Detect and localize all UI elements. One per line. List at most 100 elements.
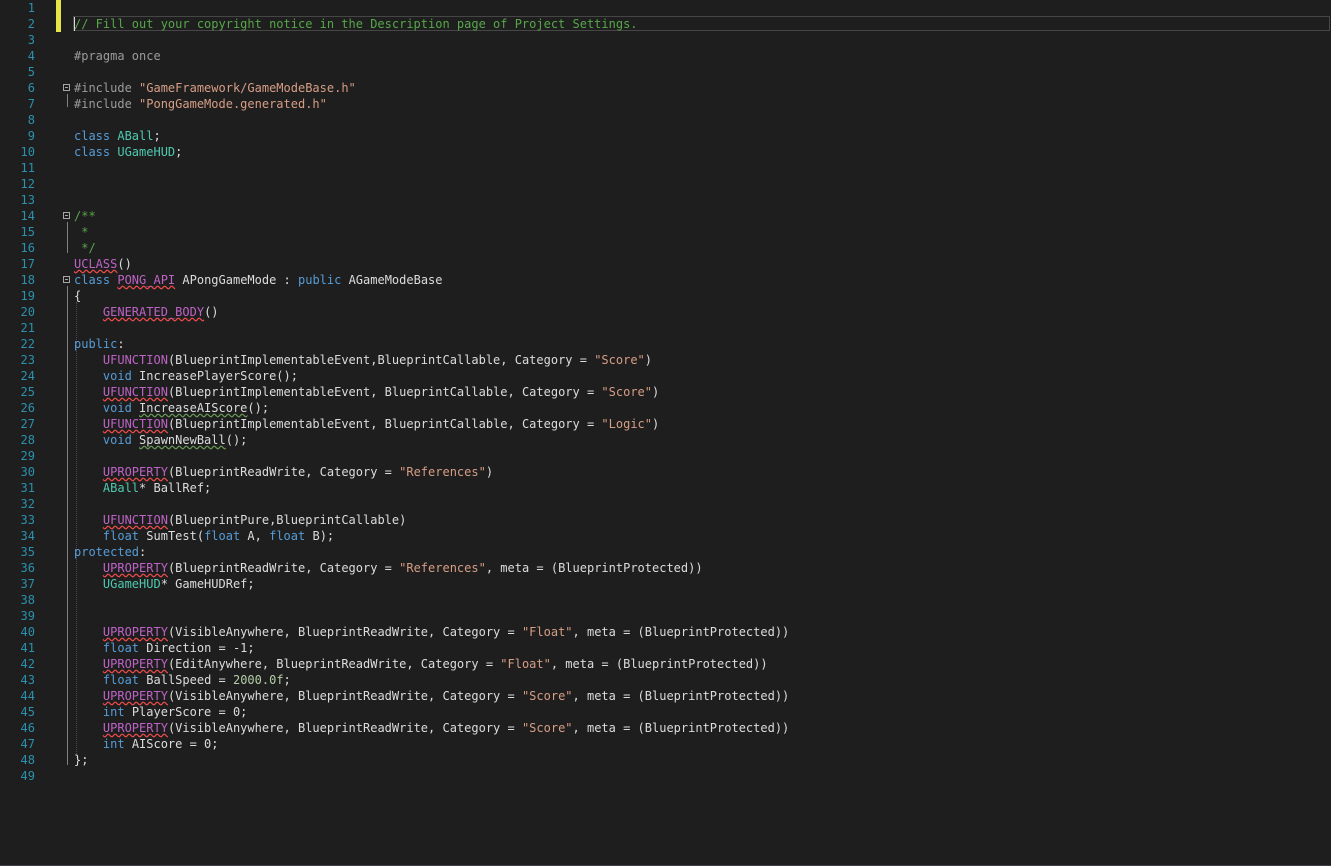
code-line[interactable]: 26 void IncreaseAIScore(); (0, 400, 1331, 416)
code-text[interactable]: ABall* BallRef; (74, 480, 211, 496)
code-line[interactable]: 48}; (0, 752, 1331, 768)
code-line[interactable]: 38 (0, 592, 1331, 608)
code-text[interactable]: UFUNCTION(BlueprintImplementableEvent,Bl… (74, 352, 652, 368)
code-line[interactable]: 35 protected: (0, 544, 1331, 560)
code-line[interactable]: 13 (0, 192, 1331, 208)
code-line[interactable]: 36 UPROPERTY(BlueprintReadWrite, Categor… (0, 560, 1331, 576)
code-text[interactable]: class PONG_API APongGameMode : public AG… (74, 272, 443, 288)
code-line[interactable]: 4 #pragma once (0, 48, 1331, 64)
code-text[interactable]: }; (74, 752, 88, 768)
code-text[interactable]: int PlayerScore = 0; (74, 704, 248, 720)
code-text[interactable]: // Fill out your copyright notice in the… (74, 16, 638, 32)
code-line[interactable]: 41 float Direction = -1; (0, 640, 1331, 656)
code-token: () (204, 305, 219, 319)
code-line[interactable]: 32 (0, 496, 1331, 512)
code-line[interactable]: 17 UCLASS() (0, 256, 1331, 272)
code-token: (BlueprintImplementableEvent,BlueprintCa… (167, 353, 595, 367)
code-text[interactable]: #include "PongGameMode.generated.h" (74, 96, 327, 112)
code-line[interactable]: 40 UPROPERTY(VisibleAnywhere, BlueprintR… (0, 624, 1331, 640)
code-text[interactable]: UPROPERTY(BlueprintReadWrite, Category =… (74, 464, 493, 480)
code-line[interactable]: 5 (0, 64, 1331, 80)
collapse-outline-icon[interactable] (63, 276, 70, 283)
collapse-outline-icon[interactable] (63, 212, 70, 219)
code-line[interactable]: 21 (0, 320, 1331, 336)
code-text[interactable]: class UGameHUD; (74, 144, 182, 160)
line-number: 21 (20, 321, 35, 335)
code-line[interactable]: 44 UPROPERTY(VisibleAnywhere, BlueprintR… (0, 688, 1331, 704)
code-text[interactable]: float BallSpeed = 2000.0f; (74, 672, 291, 688)
code-text[interactable]: void IncreasePlayerScore(); (74, 368, 298, 384)
code-editor[interactable]: 1 2// Fill out your copyright notice in t… (0, 0, 1331, 866)
code-line[interactable]: 42 UPROPERTY(EditAnywhere, BlueprintRead… (0, 656, 1331, 672)
code-text[interactable]: class ABall; (74, 128, 161, 144)
code-line[interactable]: 8 (0, 112, 1331, 128)
code-line[interactable]: 45 int PlayerScore = 0; (0, 704, 1331, 720)
code-line[interactable]: 16 */ (0, 240, 1331, 256)
code-line[interactable]: 33 UFUNCTION(BlueprintPure,BlueprintCall… (0, 512, 1331, 528)
code-line[interactable]: 7 #include "PongGameMode.generated.h" (0, 96, 1331, 112)
code-line[interactable]: 6 #include "GameFramework/GameModeBase.h" (0, 80, 1331, 96)
code-text[interactable]: * (74, 224, 88, 240)
code-line[interactable]: 23 UFUNCTION(BlueprintImplementableEvent… (0, 352, 1331, 368)
code-text[interactable]: int AIScore = 0; (74, 736, 219, 752)
code-line[interactable]: 46 UPROPERTY(VisibleAnywhere, BlueprintR… (0, 720, 1331, 736)
code-line[interactable]: 24 void IncreasePlayerScore(); (0, 368, 1331, 384)
code-token: IncreasePlayerScore(); (139, 369, 298, 383)
code-text[interactable]: GENERATED_BODY() (74, 304, 219, 320)
code-line[interactable]: 10 class UGameHUD; (0, 144, 1331, 160)
code-token: "Score" (594, 353, 645, 367)
code-line[interactable]: 47 int AIScore = 0; (0, 736, 1331, 752)
code-line[interactable]: 1 (0, 0, 1331, 16)
code-text[interactable]: /** (74, 208, 96, 224)
code-line[interactable]: 2 // Fill out your copyright notice in th… (0, 16, 1331, 32)
code-line[interactable]: 25 UFUNCTION(BlueprintImplementableEvent… (0, 384, 1331, 400)
code-line[interactable]: 11 (0, 160, 1331, 176)
code-text[interactable]: UPROPERTY(BlueprintReadWrite, Category =… (74, 560, 703, 576)
code-line[interactable]: 43 float BallSpeed = 2000.0f; (0, 672, 1331, 688)
code-line[interactable]: 39 (0, 608, 1331, 624)
code-token: A, (247, 529, 270, 543)
code-text[interactable]: UFUNCTION(BlueprintPure,BlueprintCallabl… (74, 512, 406, 528)
code-line[interactable]: 29 (0, 448, 1331, 464)
code-line[interactable]: 15 * (0, 224, 1331, 240)
code-text[interactable]: UGameHUD* GameHUDRef; (74, 576, 255, 592)
collapse-outline-icon[interactable] (63, 84, 70, 91)
code-text[interactable]: UFUNCTION(BlueprintImplementableEvent, B… (74, 384, 659, 400)
code-line[interactable]: 14 /** (0, 208, 1331, 224)
code-text[interactable]: #include "GameFramework/GameModeBase.h" (74, 80, 356, 96)
code-line[interactable]: 34 float SumTest(float A, float B); (0, 528, 1331, 544)
code-text[interactable]: public: (74, 336, 125, 352)
code-line[interactable]: 9 class ABall; (0, 128, 1331, 144)
code-text[interactable]: UFUNCTION(BlueprintImplementableEvent, B… (74, 416, 659, 432)
line-number: 28 (20, 433, 35, 447)
code-line[interactable]: 3 (0, 32, 1331, 48)
code-line[interactable]: 19 { (0, 288, 1331, 304)
code-text[interactable]: */ (74, 240, 95, 256)
code-text[interactable]: void SpawnNewBall(); (74, 432, 248, 448)
code-text[interactable]: UPROPERTY(VisibleAnywhere, BlueprintRead… (74, 624, 789, 640)
code-line[interactable]: 49 (0, 768, 1331, 784)
line-number: 8 (27, 113, 35, 127)
code-text[interactable]: { (74, 288, 81, 304)
code-line[interactable]: 30 UPROPERTY(BlueprintReadWrite, Categor… (0, 464, 1331, 480)
code-text[interactable]: protected: (74, 544, 146, 560)
code-line[interactable]: 18 class PONG_API APongGameMode : public … (0, 272, 1331, 288)
code-line[interactable]: 28 void SpawnNewBall(); (0, 432, 1331, 448)
code-token: ) (652, 385, 660, 399)
code-line[interactable]: 20 GENERATED_BODY() (0, 304, 1331, 320)
code-text[interactable]: UCLASS() (74, 256, 132, 272)
code-line[interactable]: 22 public: (0, 336, 1331, 352)
code-text[interactable]: float SumTest(float A, float B); (74, 528, 334, 544)
code-text[interactable]: UPROPERTY(EditAnywhere, BlueprintReadWri… (74, 656, 768, 672)
code-line[interactable]: 12 (0, 176, 1331, 192)
code-text[interactable]: UPROPERTY(VisibleAnywhere, BlueprintRead… (74, 720, 789, 736)
code-text[interactable]: void IncreaseAIScore(); (74, 400, 269, 416)
code-line[interactable]: 27 UFUNCTION(BlueprintImplementableEvent… (0, 416, 1331, 432)
code-text[interactable]: #pragma once (74, 48, 161, 64)
code-text[interactable]: float Direction = -1; (74, 640, 255, 656)
code-text[interactable]: UPROPERTY(VisibleAnywhere, BlueprintRead… (74, 688, 789, 704)
code-token: "References" (399, 465, 486, 479)
code-line[interactable]: 37 UGameHUD* GameHUDRef; (0, 576, 1331, 592)
code-line[interactable]: 31 ABall* BallRef; (0, 480, 1331, 496)
